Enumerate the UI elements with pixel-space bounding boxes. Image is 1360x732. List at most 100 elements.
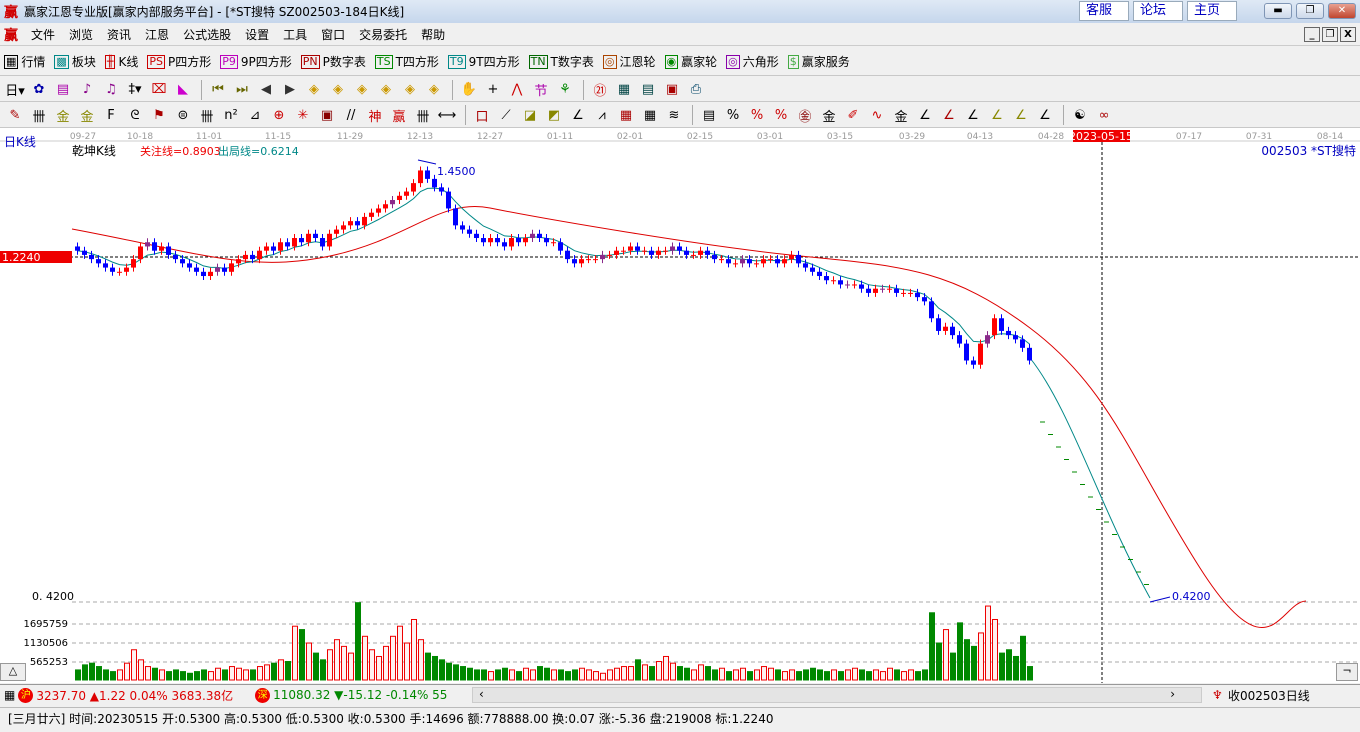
box-icon[interactable]: 口 (471, 105, 493, 125)
toolbar-button[interactable]: $ 赢家服务 (787, 53, 850, 70)
toolbar-button[interactable]: ▩ 板块 (54, 53, 96, 70)
toolbar-button[interactable]: ◎ 六角形 (726, 53, 779, 70)
angle-icon[interactable]: ⊿ (244, 105, 266, 125)
zoom-in-icon[interactable]: ◈ (399, 80, 421, 100)
infinity-icon[interactable]: ∞ (1093, 105, 1115, 125)
prev-icon[interactable]: ◀ (255, 80, 277, 100)
toolbar-button[interactable]: ◎ 江恩轮 (602, 53, 656, 70)
volume-profile-icon[interactable]: ◣ (172, 80, 194, 100)
menu-item[interactable]: 窗口 (321, 26, 345, 43)
forum-link[interactable]: 论坛 (1133, 1, 1183, 21)
toolbar-button[interactable]: ╫ K线 (104, 53, 138, 70)
sz-index[interactable]: 11080.32 ▼-15.12 -0.14% 5542.38 (273, 688, 448, 702)
star-icon[interactable]: ✳ (292, 105, 314, 125)
menu-item[interactable]: 资讯 (107, 26, 131, 43)
period-icon[interactable]: 卌 (412, 105, 434, 125)
slash-icon[interactable]: ≋ (663, 105, 685, 125)
close-button[interactable]: ✕ (1328, 3, 1356, 19)
first-icon[interactable]: ⏮ (207, 80, 229, 100)
homepage-link[interactable]: 主页 (1187, 1, 1237, 21)
yinyang-icon[interactable]: ☯ (1069, 105, 1091, 125)
measure-icon[interactable]: ⟷ (436, 105, 458, 125)
grid-icon[interactable]: ▦ (615, 105, 637, 125)
toolbar-button[interactable]: TS T四方形 (374, 53, 439, 70)
draw-line-icon[interactable]: ⋀ (506, 80, 528, 100)
restore-button[interactable]: ❐ (1296, 3, 1324, 19)
candle-icon[interactable]: ‡▾ (124, 80, 146, 100)
pen2-icon[interactable]: ✐ (842, 105, 864, 125)
toolbar-button[interactable]: ◉ 赢家轮 (664, 53, 717, 70)
arrow-left-icon[interactable]: ◈ (303, 80, 325, 100)
fan2-icon[interactable]: ∠ (914, 105, 936, 125)
ticker-scrollbar[interactable]: ‹ › (472, 687, 1202, 703)
gold2-icon[interactable]: 金 (76, 105, 98, 125)
circle-grid-icon[interactable]: ⊜ (172, 105, 194, 125)
crosshair-icon[interactable]: + (482, 80, 504, 100)
menu-item[interactable]: 文件 (31, 26, 55, 43)
scroll-left-icon[interactable]: ‹ (479, 687, 484, 701)
rocket-icon[interactable]: ⚑ (148, 105, 170, 125)
ying-icon[interactable]: 赢 (388, 105, 410, 125)
toolbar-button[interactable]: PS P四方形 (147, 53, 211, 70)
fan-box-icon[interactable]: ◪ (519, 105, 541, 125)
scroll-right-icon[interactable]: › (1170, 687, 1175, 701)
menu-item[interactable]: 交易委托 (359, 26, 407, 43)
fib-f-icon[interactable]: F (100, 105, 122, 125)
pct1-icon[interactable]: % (722, 105, 744, 125)
print-icon[interactable]: ⎙ (685, 80, 707, 100)
toolbar-button[interactable]: TN T数字表 (528, 53, 594, 70)
zigzag-icon[interactable]: ⩘ (591, 105, 613, 125)
shen-icon[interactable]: 神 (364, 105, 386, 125)
next-icon[interactable]: ▶ (279, 80, 301, 100)
sh-index[interactable]: 3237.70 ▲1.22 0.04% 3683.38亿 (36, 687, 233, 704)
menu-item[interactable]: 浏览 (69, 26, 93, 43)
notes-icon[interactable]: ▤ (637, 80, 659, 100)
hand-icon[interactable]: ✋ (458, 80, 480, 100)
minimize-button[interactable]: ▬ (1264, 3, 1292, 19)
pen-icon[interactable]: ✎ (4, 105, 26, 125)
last-icon[interactable]: ⏭ (231, 80, 253, 100)
fan6-icon[interactable]: ∠ (1010, 105, 1032, 125)
fan3-icon[interactable]: ∠ (938, 105, 960, 125)
lines-icon[interactable]: 卌 (196, 105, 218, 125)
spiral-icon[interactable]: ᘓ (124, 105, 146, 125)
parallel-icon[interactable]: 卌 (28, 105, 50, 125)
toolbar-button[interactable]: PN P数字表 (300, 53, 366, 70)
cycle-icon[interactable]: ⚘ (554, 80, 576, 100)
fan4-icon[interactable]: ∠ (962, 105, 984, 125)
pct3-icon[interactable]: % (770, 105, 792, 125)
festival-icon[interactable]: 节 (530, 80, 552, 100)
collapse-panel-button[interactable]: ¬ (1336, 663, 1358, 681)
mdi-restore-button[interactable]: ❐ (1322, 27, 1338, 42)
menu-item[interactable]: 公式选股 (183, 26, 231, 43)
calculator-icon[interactable]: ▦ (613, 80, 635, 100)
menu-item[interactable]: 江恩 (145, 26, 169, 43)
save-icon[interactable]: ▣ (661, 80, 683, 100)
kline-style-icon[interactable]: ✿ (28, 80, 50, 100)
customer-service-link[interactable]: 客服 (1079, 1, 1129, 21)
expand-panel-button[interactable]: △ (0, 663, 26, 681)
zoom-chart-icon[interactable]: ⌧ (148, 80, 170, 100)
target-icon[interactable]: ⊕ (268, 105, 290, 125)
ratio-icon[interactable]: // (340, 105, 362, 125)
indicator3-icon[interactable]: ♪ (76, 80, 98, 100)
gold4-icon[interactable]: 金 (890, 105, 912, 125)
gold3-icon[interactable]: 金 (818, 105, 840, 125)
n2-icon[interactable]: n² (220, 105, 242, 125)
expand-icon[interactable]: ◈ (351, 80, 373, 100)
menu-item[interactable]: 设置 (245, 26, 269, 43)
grid2-icon[interactable]: ▦ (639, 105, 661, 125)
zoom-out-icon[interactable]: ◈ (423, 80, 445, 100)
angle2-icon[interactable]: ∠ (567, 105, 589, 125)
fan5-icon[interactable]: ∠ (986, 105, 1008, 125)
wave-icon[interactable]: ∿ (866, 105, 888, 125)
calendar-icon[interactable]: ▦ (4, 688, 15, 702)
fan7-icon[interactable]: ∠ (1034, 105, 1056, 125)
shrink-icon[interactable]: ◈ (375, 80, 397, 100)
menu-item[interactable]: 工具 (283, 26, 307, 43)
indicator9-icon[interactable]: ♫ (100, 80, 122, 100)
period-day-icon[interactable]: 日▾ (4, 80, 26, 100)
mdi-close-button[interactable]: X (1340, 27, 1356, 42)
grid-fan-icon[interactable]: ◩ (543, 105, 565, 125)
gold1-icon[interactable]: 金 (52, 105, 74, 125)
